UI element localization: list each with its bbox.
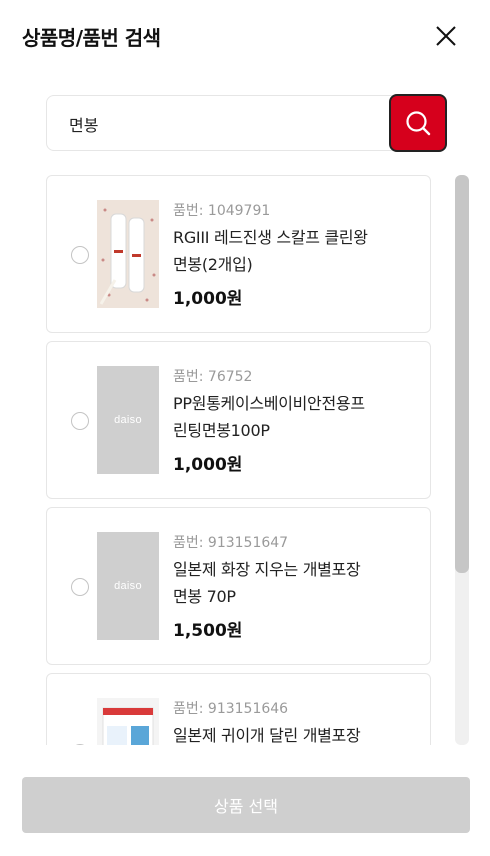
select-radio[interactable] [71,412,89,430]
product-name: PP원통케이스베이비안전용프 린팅면봉100P [173,390,423,444]
product-list[interactable]: 품번: 1049791 RGIII 레드진생 스칼프 클린왕 면봉(2개입) 1… [46,175,432,745]
product-image [97,200,159,308]
select-radio[interactable] [71,246,89,264]
close-icon [436,26,456,46]
product-name-line: 일본제 귀이개 달린 개별포장 [173,726,361,745]
product-info: 품번: 1049791 RGIII 레드진생 스칼프 클린왕 면봉(2개입) 1… [173,200,423,309]
product-card[interactable]: daiso 품번: 913151647 일본제 화장 지우는 개별포장 면봉 7… [46,507,431,665]
search-box [46,95,446,151]
product-price: 1,500원 [173,621,243,641]
scrollbar[interactable] [455,175,469,745]
product-code: 품번: 913151646 [173,701,289,717]
select-radio[interactable] [71,578,89,596]
product-code: 품번: 76752 [173,369,253,385]
modal-title: 상품명/품번 검색 [22,26,161,50]
modal-header: 상품명/품번 검색 [0,0,490,72]
product-info: 품번: 913151647 일본제 화장 지우는 개별포장 면봉 70P 1,5… [173,532,423,641]
product-image: daiso [97,366,159,474]
search-icon [406,111,431,136]
product-card[interactable]: daiso 품번: 76752 PP원통케이스베이비안전용프 린팅면봉100P … [46,341,431,499]
search-button[interactable] [389,94,447,152]
product-name: RGIII 레드진생 스칼프 클린왕 면봉(2개입) [173,224,423,278]
product-price: 1,000원 [173,455,243,475]
product-name: 일본제 화장 지우는 개별포장 면봉 70P [173,556,423,610]
daiso-logo: daiso [114,414,142,426]
product-name-line: PP원통케이스베이비안전용프 [173,394,365,413]
product-card[interactable]: 품번: 1049791 RGIII 레드진생 스칼프 클린왕 면봉(2개입) 1… [46,175,431,333]
product-name-line: 면봉 70P [173,587,236,606]
product-name-line: 일본제 화장 지우는 개별포장 [173,560,361,579]
select-radio[interactable] [71,744,89,745]
product-code: 품번: 913151647 [173,535,289,551]
daiso-logo: daiso [114,580,142,592]
product-name-line: 면봉(2개입) [173,255,253,274]
scrollbar-thumb[interactable] [455,175,469,573]
product-code: 품번: 1049791 [173,203,271,219]
close-button[interactable] [432,22,460,50]
product-info: 품번: 913151646 일본제 귀이개 달린 개별포장 [173,698,423,745]
product-info: 품번: 76752 PP원통케이스베이비안전용프 린팅면봉100P 1,000원 [173,366,423,475]
product-name-line: 린팅면봉100P [173,421,270,440]
select-product-button[interactable]: 상품 선택 [22,777,470,833]
search-input[interactable] [69,110,369,138]
product-image [97,698,159,745]
product-price: 1,000원 [173,289,243,309]
product-image: daiso [97,532,159,640]
product-card[interactable]: 품번: 913151646 일본제 귀이개 달린 개별포장 [46,673,431,745]
product-name-line: RGIII 레드진생 스칼프 클린왕 [173,228,368,247]
product-name: 일본제 귀이개 달린 개별포장 [173,722,423,745]
